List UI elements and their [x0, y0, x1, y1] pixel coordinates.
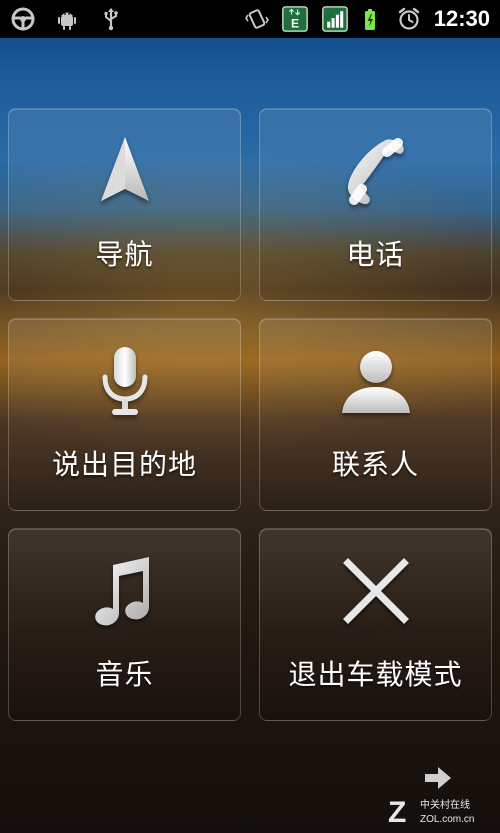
next-page-button[interactable] [423, 763, 453, 793]
phone-button[interactable]: 电话 [259, 108, 492, 301]
close-x-icon [338, 553, 414, 629]
exit-car-mode-button[interactable]: 退出车载模式 [259, 528, 492, 721]
car-home-grid: 导航 电话 说出目的地 联系人 音乐 退出车载模式 [8, 108, 492, 721]
speak-destination-label: 说出目的地 [51, 448, 197, 481]
navigation-button[interactable]: 导航 [8, 108, 241, 301]
watermark-secondary: ZOL.com.cn [420, 814, 474, 825]
music-button[interactable]: 音乐 [8, 528, 241, 721]
status-right-icons: E 12:30 [244, 0, 490, 38]
navigation-label: 导航 [95, 238, 154, 271]
network-type-icon: E [280, 4, 310, 34]
speak-destination-button[interactable]: 说出目的地 [8, 318, 241, 511]
clock-time: 12:30 [433, 6, 490, 31]
exit-car-mode-label: 退出车载模式 [288, 658, 463, 691]
battery-charging-icon [360, 6, 386, 32]
alarm-icon [396, 6, 422, 32]
microphone-icon [87, 343, 163, 419]
svg-text:Z: Z [388, 796, 406, 828]
music-note-icon [87, 553, 163, 629]
watermark-primary: 中关村在线 [420, 798, 470, 811]
network-type-label: E [291, 17, 299, 31]
usb-icon [98, 6, 124, 32]
status-bar: E 12:30 [0, 0, 500, 38]
phone-label: 电话 [346, 238, 405, 271]
phone-handset-icon [338, 133, 414, 209]
music-label: 音乐 [95, 658, 154, 691]
right-arrow-icon [425, 767, 451, 789]
zol-watermark: Z 中关村在线 ZOL.com.cn [386, 792, 496, 829]
contacts-button[interactable]: 联系人 [259, 318, 492, 511]
navigation-arrow-icon [87, 133, 163, 209]
contacts-label: 联系人 [331, 448, 419, 481]
android-icon [54, 6, 80, 32]
vibrate-icon [244, 6, 270, 32]
status-left-icons [10, 0, 124, 38]
contact-person-icon [338, 343, 414, 419]
steering-wheel-icon [10, 6, 36, 32]
signal-icon [320, 4, 350, 34]
